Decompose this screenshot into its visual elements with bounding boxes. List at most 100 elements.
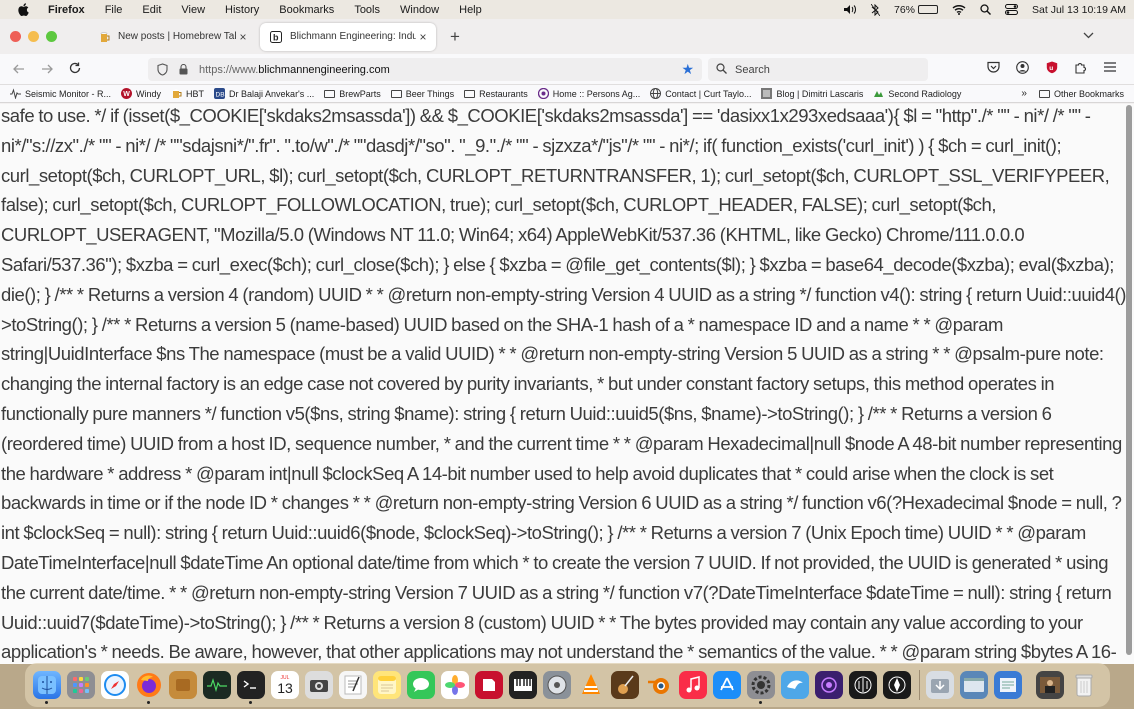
bookmark-folder-other[interactable]: Other Bookmarks (1038, 88, 1124, 99)
bookmark-curt-taylor[interactable]: Contact | Curt Taylo... (650, 88, 751, 99)
photos-icon[interactable] (441, 671, 469, 699)
battery-indicator[interactable]: 76% (894, 4, 939, 16)
back-button[interactable] (5, 61, 33, 77)
hbt-icon (171, 88, 182, 99)
list-all-tabs-chevron-icon[interactable] (1083, 28, 1094, 42)
bookmark-label: BrewParts (339, 88, 381, 99)
lock-icon[interactable] (177, 64, 189, 75)
close-tab-icon[interactable]: × (416, 30, 430, 44)
close-window-button[interactable] (10, 31, 21, 42)
minimize-window-button[interactable] (28, 31, 39, 42)
new-tab-button[interactable]: + (450, 27, 460, 47)
bookmark-persons-ag[interactable]: Home :: Persons Ag... (537, 88, 640, 99)
downloads-stack-icon[interactable] (926, 671, 954, 699)
pocket-icon[interactable] (979, 61, 1008, 77)
reload-button[interactable] (61, 61, 89, 77)
menu-history[interactable]: History (225, 4, 259, 16)
bookmark-folder-brewparts[interactable]: BrewParts (324, 88, 381, 99)
menu-file[interactable]: File (105, 4, 123, 16)
piano-app-icon[interactable] (509, 671, 537, 699)
menu-clock[interactable]: Sat Jul 13 10:19 AM (1032, 4, 1126, 16)
persons-icon (537, 88, 549, 99)
compass-app-icon[interactable] (883, 671, 911, 699)
screenshot-icon[interactable] (305, 671, 333, 699)
bird-app-icon[interactable] (781, 671, 809, 699)
system-settings-icon[interactable] (747, 671, 775, 704)
bookmark-label: Dr Balaji Anvekar's ... (229, 88, 315, 99)
bookmark-label: Restaurants (479, 88, 528, 99)
textedit-icon[interactable] (339, 671, 367, 699)
bookmark-dr-balaji[interactable]: DB Dr Balaji Anvekar's ... (214, 88, 314, 99)
blender-icon[interactable] (645, 671, 673, 699)
tab-homebrew-talk[interactable]: New posts | Homebrew Talk - Be × (88, 23, 256, 51)
account-icon[interactable] (1008, 61, 1037, 77)
wifi-icon[interactable] (952, 4, 966, 15)
forward-button[interactable] (33, 61, 61, 77)
bookmark-dimitri-lascaris[interactable]: Blog | Dimitri Lascaris (761, 88, 863, 99)
finder-icon[interactable] (33, 671, 61, 704)
bookmark-label: Windy (136, 88, 162, 99)
messages-icon[interactable] (407, 671, 435, 699)
launchpad-icon[interactable] (67, 671, 95, 699)
bluetooth-off-icon[interactable] (871, 3, 880, 16)
menu-window[interactable]: Window (400, 4, 439, 16)
apple-menu-icon[interactable] (16, 3, 30, 17)
firefox-icon[interactable] (135, 671, 163, 704)
vlc-icon[interactable] (577, 671, 605, 699)
app-icon-red[interactable] (475, 671, 503, 699)
minimized-window-icon[interactable] (960, 671, 988, 699)
bookmark-label: Contact | Curt Taylo... (665, 88, 752, 99)
hamburger-menu-icon[interactable] (1095, 61, 1124, 77)
control-center-icon[interactable] (1005, 4, 1019, 15)
folder-stack-icon[interactable] (994, 671, 1022, 699)
tab-title: Blichmann Engineering: Industri (290, 31, 416, 42)
trash-icon[interactable] (1070, 671, 1098, 699)
app-icon-brown[interactable] (169, 671, 197, 699)
guitar-app-icon[interactable] (611, 671, 639, 699)
bookmark-star-icon[interactable]: ★ (681, 61, 694, 78)
notes-icon[interactable] (373, 671, 401, 699)
svg-text:b: b (273, 32, 279, 42)
tracking-protection-shield-icon[interactable] (155, 63, 169, 76)
utility-app-icon[interactable] (849, 671, 877, 699)
bookmark-folder-restaurants[interactable]: Restaurants (464, 88, 528, 99)
bookmark-seismic-monitor[interactable]: Seismic Monitor - R... (10, 88, 111, 99)
bookmark-hbt[interactable]: HBT (171, 88, 204, 99)
bookmark-folder-beer-things[interactable]: Beer Things (390, 88, 455, 99)
menu-edit[interactable]: Edit (142, 4, 161, 16)
status-area: 76% Sat Jul 13 10:19 AM (829, 0, 1126, 19)
blichmann-favicon-icon: b (270, 30, 282, 43)
menu-bookmarks[interactable]: Bookmarks (279, 4, 334, 16)
menu-tools[interactable]: Tools (354, 4, 380, 16)
search-input[interactable]: Search (708, 58, 928, 81)
address-bar[interactable]: https://www.blichmannengineering.com ★ (148, 58, 702, 81)
tab-blichmann[interactable]: b Blichmann Engineering: Industri × (260, 22, 436, 51)
ublock-origin-icon[interactable]: u (1037, 61, 1066, 77)
calendar-icon[interactable]: JUL 13 (271, 671, 299, 699)
bookmark-second-radiology[interactable]: Second Radiology (873, 88, 961, 99)
menu-view[interactable]: View (181, 4, 205, 16)
bookmark-label: Beer Things (405, 88, 455, 99)
podcasts-icon[interactable] (815, 671, 843, 699)
extensions-puzzle-icon[interactable] (1066, 61, 1095, 77)
menu-app-name[interactable]: Firefox (48, 4, 85, 16)
volume-icon[interactable] (843, 4, 857, 15)
bookmark-label: HBT (186, 88, 205, 99)
close-tab-icon[interactable]: × (236, 30, 250, 44)
menu-help[interactable]: Help (459, 4, 482, 16)
safari-icon[interactable] (101, 671, 129, 699)
page-scrollbar[interactable] (1126, 105, 1132, 655)
bookmark-windy[interactable]: W Windy (121, 88, 161, 99)
spotlight-search-icon[interactable] (980, 4, 992, 15)
zoom-window-button[interactable] (46, 31, 57, 42)
activity-monitor-icon[interactable] (203, 671, 231, 699)
music-icon[interactable] (679, 671, 707, 699)
bookmark-label: Seismic Monitor - R... (25, 88, 112, 99)
terminal-icon[interactable] (237, 671, 265, 704)
photo-thumbnail-icon[interactable] (1036, 671, 1064, 699)
more-bookmarks-chevron-icon[interactable]: » (1021, 88, 1027, 99)
bookmarks-overflow: » Other Bookmarks (1021, 88, 1124, 99)
radiology-icon (873, 88, 884, 99)
disk-utility-icon[interactable] (543, 671, 571, 699)
app-store-icon[interactable] (713, 671, 741, 699)
